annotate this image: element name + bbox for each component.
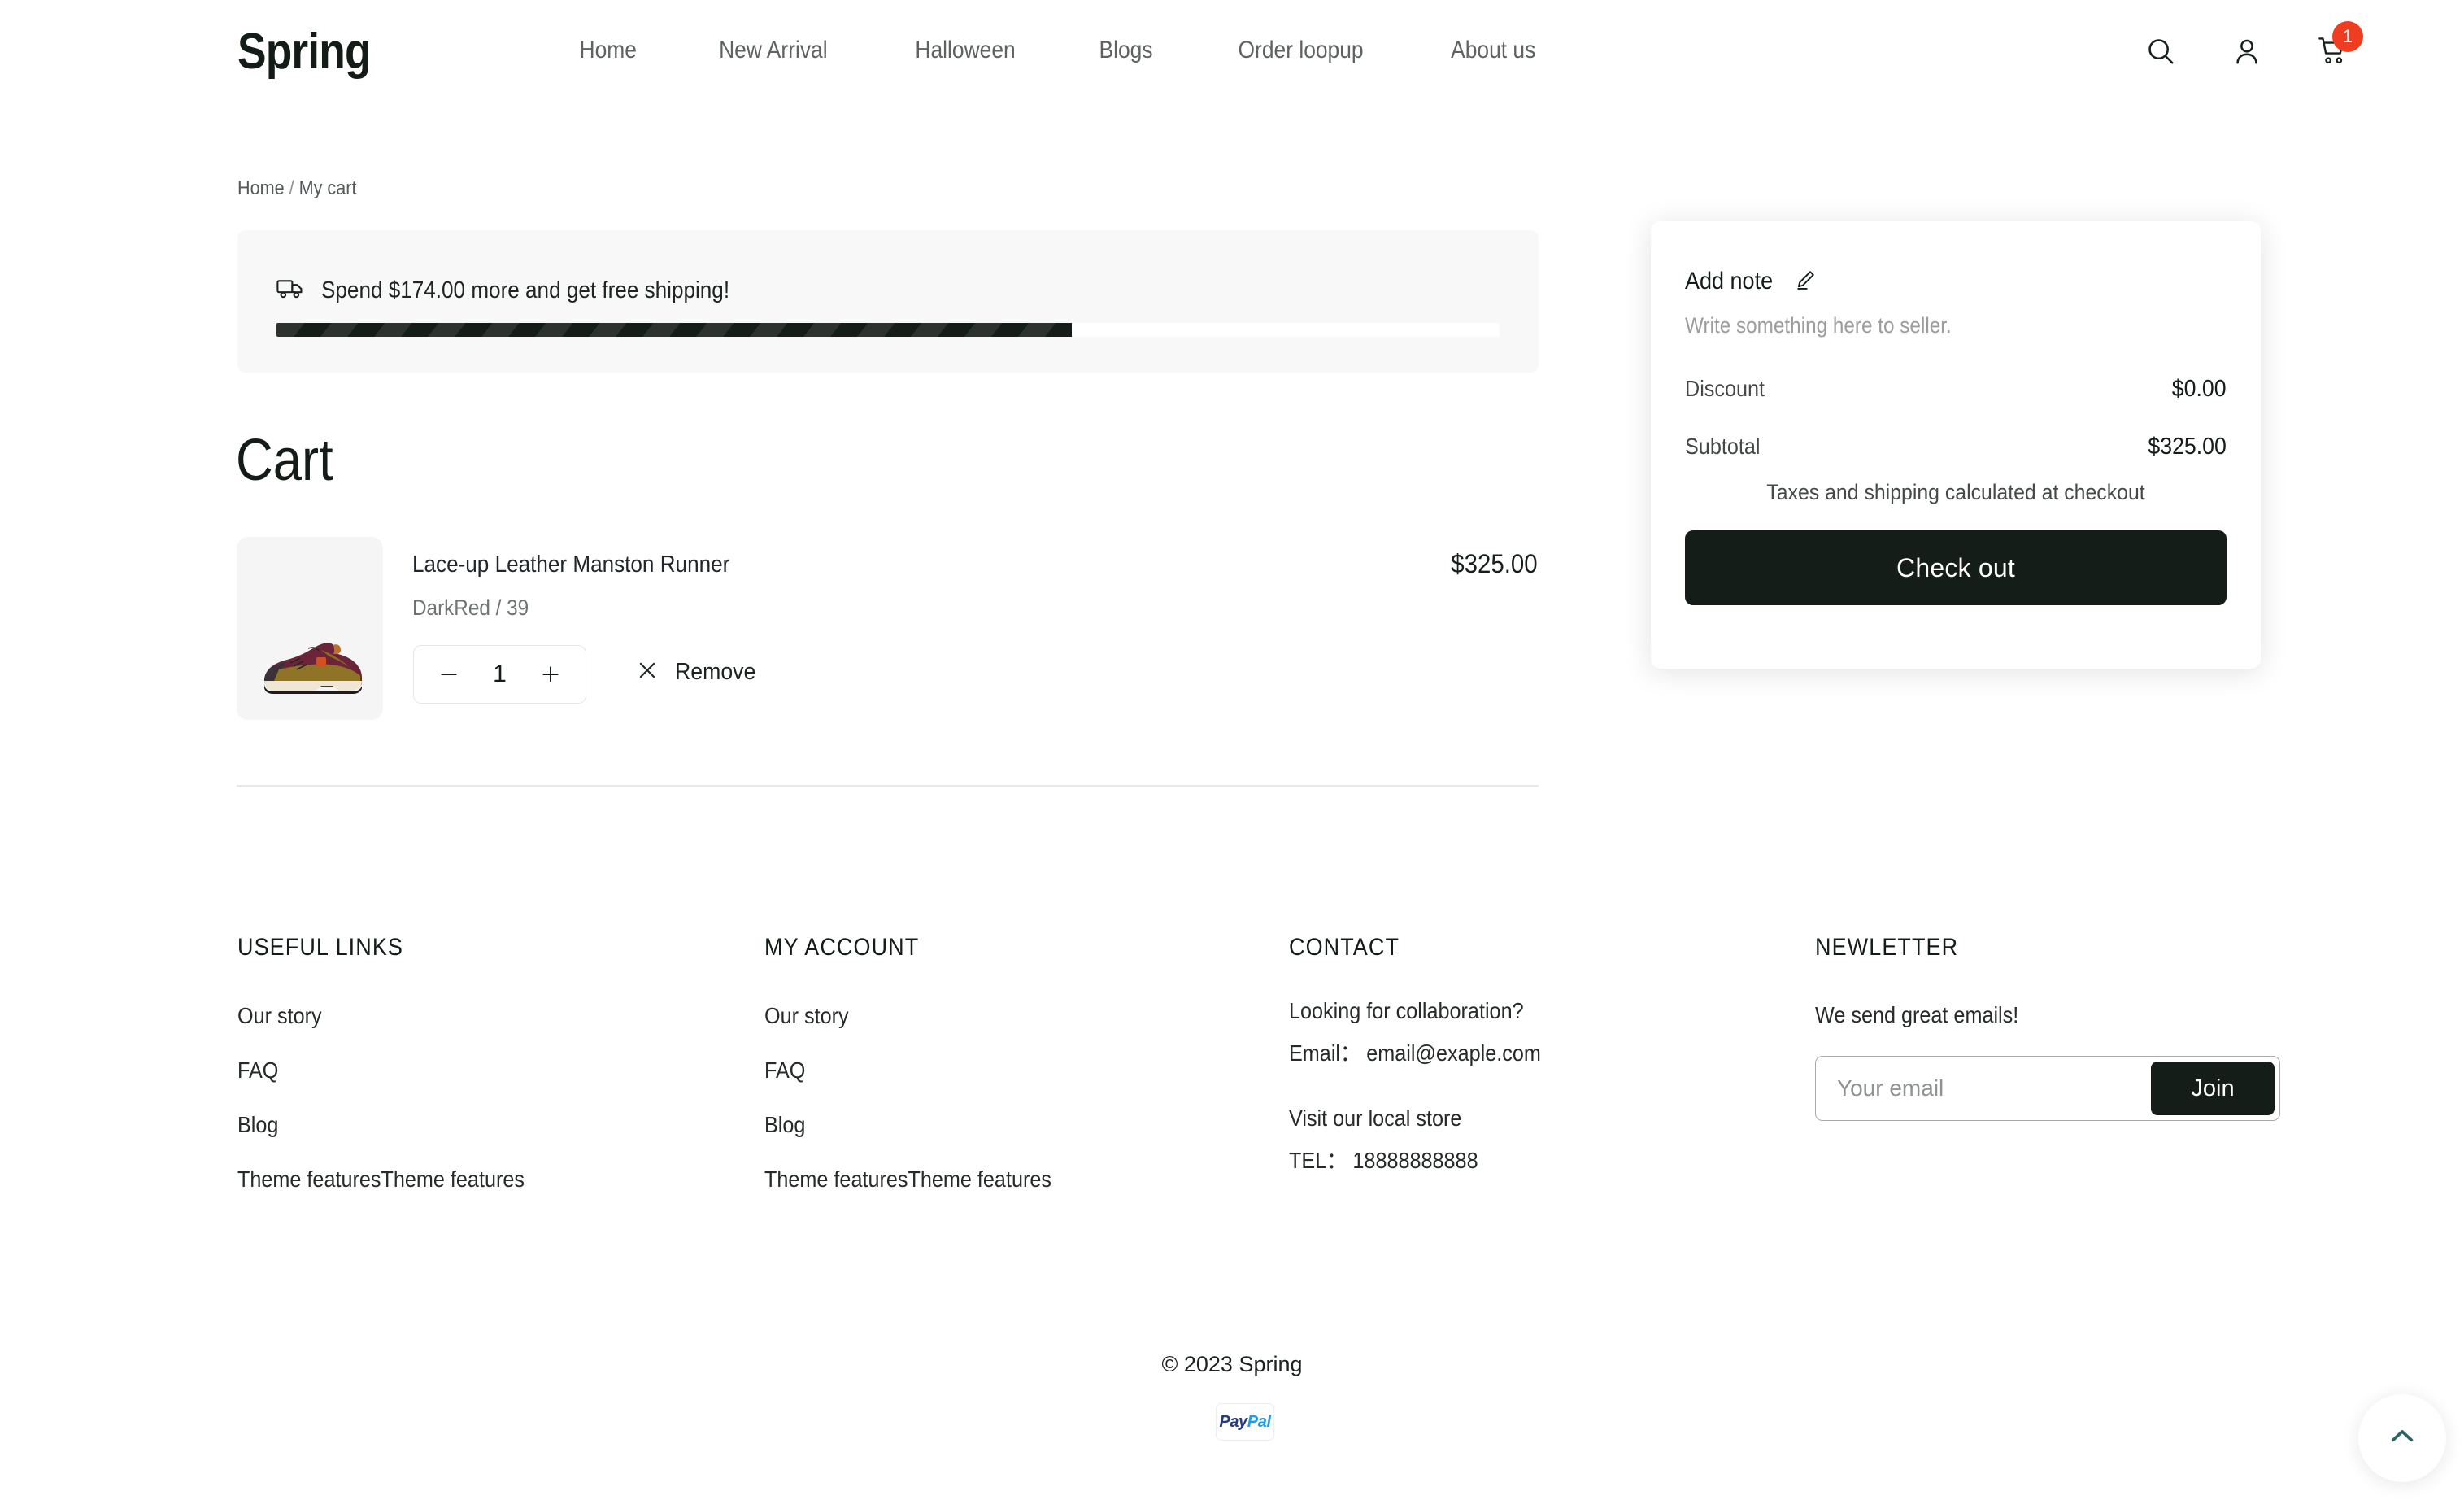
paypal-pal-text: Pal	[1247, 1412, 1271, 1431]
footer-account-link-faq[interactable]: FAQ	[764, 1057, 1051, 1084]
order-summary-panel: Add note Write something here to seller.…	[1651, 221, 2261, 669]
footer-title-useful-links: USEFUL LINKS	[237, 934, 404, 961]
cart-page: Spring Home New Arrival Halloween Blogs …	[0, 0, 2464, 1500]
footer-column-contact: CONTACT Looking for collaboration? Email…	[1289, 934, 1569, 1187]
shipping-message: Spend $174.00 more and get free shipping…	[321, 277, 730, 303]
main-navigation: Home New Arrival Halloween Blogs Order l…	[573, 37, 1578, 64]
copyright-text: © 2023 Spring	[1161, 1352, 1303, 1376]
discount-row: Discount $0.00	[1685, 376, 2227, 403]
pencil-icon	[1794, 268, 1817, 295]
footer-column-useful-links: USEFUL LINKS Our story FAQ Blog Theme fe…	[237, 934, 556, 1221]
nav-item-halloween[interactable]: Halloween	[883, 37, 1047, 64]
subtotal-row: Subtotal $325.00	[1685, 434, 2227, 460]
shipping-message-row: Spend $174.00 more and get free shipping…	[276, 277, 775, 304]
newsletter-join-button[interactable]: Join	[2151, 1062, 2275, 1115]
scroll-to-top-button[interactable]	[2358, 1394, 2446, 1482]
contact-telephone[interactable]: TEL： 18888888888	[1289, 1143, 1541, 1175]
newsletter-email-input[interactable]	[1816, 1075, 2151, 1101]
footer-title-newsletter: NEWLETTER	[1815, 934, 1959, 961]
header-icon-group: 1	[2144, 21, 2363, 68]
cart-icon[interactable]: 1	[2316, 21, 2363, 68]
close-icon	[636, 659, 659, 686]
search-icon[interactable]	[2144, 34, 2178, 68]
discount-value: $0.00	[2172, 376, 2227, 402]
newsletter-subtitle: We send great emails!	[1815, 1002, 2019, 1027]
site-logo[interactable]: Spring	[237, 23, 372, 81]
contact-spacer	[1289, 1079, 1569, 1105]
breadcrumb-current: My cart	[298, 177, 357, 199]
discount-label: Discount	[1685, 376, 1765, 401]
site-header: Spring Home New Arrival Halloween Blogs …	[0, 0, 2464, 114]
quantity-decrease-button[interactable]	[435, 661, 463, 688]
footer-link-faq[interactable]: FAQ	[237, 1057, 525, 1084]
footer-links-account: Our story FAQ Blog Theme featuresTheme f…	[764, 1003, 1083, 1193]
chevron-up-icon	[2385, 1419, 2419, 1458]
quantity-value: 1	[493, 661, 507, 687]
add-note-button[interactable]: Add note	[1685, 268, 1817, 295]
tax-note: Taxes and shipping calculated at checkou…	[1766, 480, 2145, 504]
breadcrumb: Home / My cart	[237, 177, 356, 200]
nav-item-order-loopup[interactable]: Order loopup	[1206, 37, 1395, 64]
add-note-label: Add note	[1685, 268, 1774, 294]
footer-account-link-theme-features[interactable]: Theme featuresTheme features	[764, 1166, 1051, 1193]
subtotal-label: Subtotal	[1685, 434, 1761, 459]
nav-item-about-us[interactable]: About us	[1418, 37, 1567, 64]
contact-details: Looking for collaboration? Email： email@…	[1289, 998, 1569, 1175]
cart-divider	[237, 785, 1539, 787]
cart-count-badge: 1	[2332, 21, 2363, 52]
contact-email[interactable]: Email： email@exaple.com	[1289, 1036, 1541, 1068]
footer-account-link-our-story[interactable]: Our story	[764, 1003, 1051, 1029]
account-icon[interactable]	[2230, 34, 2264, 68]
quantity-stepper[interactable]: 1	[413, 645, 586, 704]
free-shipping-banner: Spend $174.00 more and get free shipping…	[237, 230, 1539, 373]
product-variant: DarkRed / 39	[412, 595, 529, 620]
note-placeholder-text[interactable]: Write something here to seller.	[1685, 313, 1952, 338]
checkout-button[interactable]: Check out	[1685, 530, 2227, 605]
remove-item-button[interactable]: Remove	[636, 659, 763, 686]
nav-item-blogs[interactable]: Blogs	[1067, 37, 1185, 64]
footer-account-link-blog[interactable]: Blog	[764, 1112, 1051, 1138]
breadcrumb-separator: /	[289, 177, 294, 199]
product-price: $325.00	[1451, 549, 1538, 578]
contact-store-text: Visit our local store	[1289, 1105, 1462, 1131]
footer-title-my-account: MY ACCOUNT	[764, 934, 920, 961]
subtotal-value: $325.00	[2148, 434, 2227, 460]
product-thumbnail[interactable]	[237, 537, 383, 720]
page-title: Cart	[236, 428, 333, 493]
footer-column-newsletter: NEWLETTER We send great emails! Join	[1815, 934, 2280, 1121]
footer-title-contact: CONTACT	[1289, 934, 1400, 961]
breadcrumb-home[interactable]: Home	[237, 177, 285, 199]
quantity-increase-button[interactable]	[537, 661, 564, 688]
contact-collaboration-text: Looking for collaboration?	[1289, 998, 1524, 1023]
newsletter-form: Join	[1815, 1056, 2280, 1121]
product-name[interactable]: Lace-up Leather Manston Runner	[412, 552, 729, 578]
shipping-progress-track	[276, 323, 1500, 337]
footer-link-theme-features[interactable]: Theme featuresTheme features	[237, 1166, 525, 1193]
nav-item-new-arrival[interactable]: New Arrival	[687, 37, 860, 64]
footer-link-blog[interactable]: Blog	[237, 1112, 525, 1138]
remove-item-label: Remove	[675, 659, 756, 685]
shipping-progress-fill	[276, 323, 1072, 337]
nav-item-home[interactable]: Home	[580, 37, 669, 64]
footer-link-our-story[interactable]: Our story	[237, 1003, 525, 1029]
footer-column-my-account: MY ACCOUNT Our story FAQ Blog Theme feat…	[764, 934, 1083, 1221]
truck-icon	[276, 277, 306, 304]
paypal-icon: PayPal	[1216, 1403, 1274, 1441]
paypal-pay-text: Pay	[1219, 1412, 1247, 1431]
footer-links-useful: Our story FAQ Blog Theme featuresTheme f…	[237, 1003, 556, 1193]
